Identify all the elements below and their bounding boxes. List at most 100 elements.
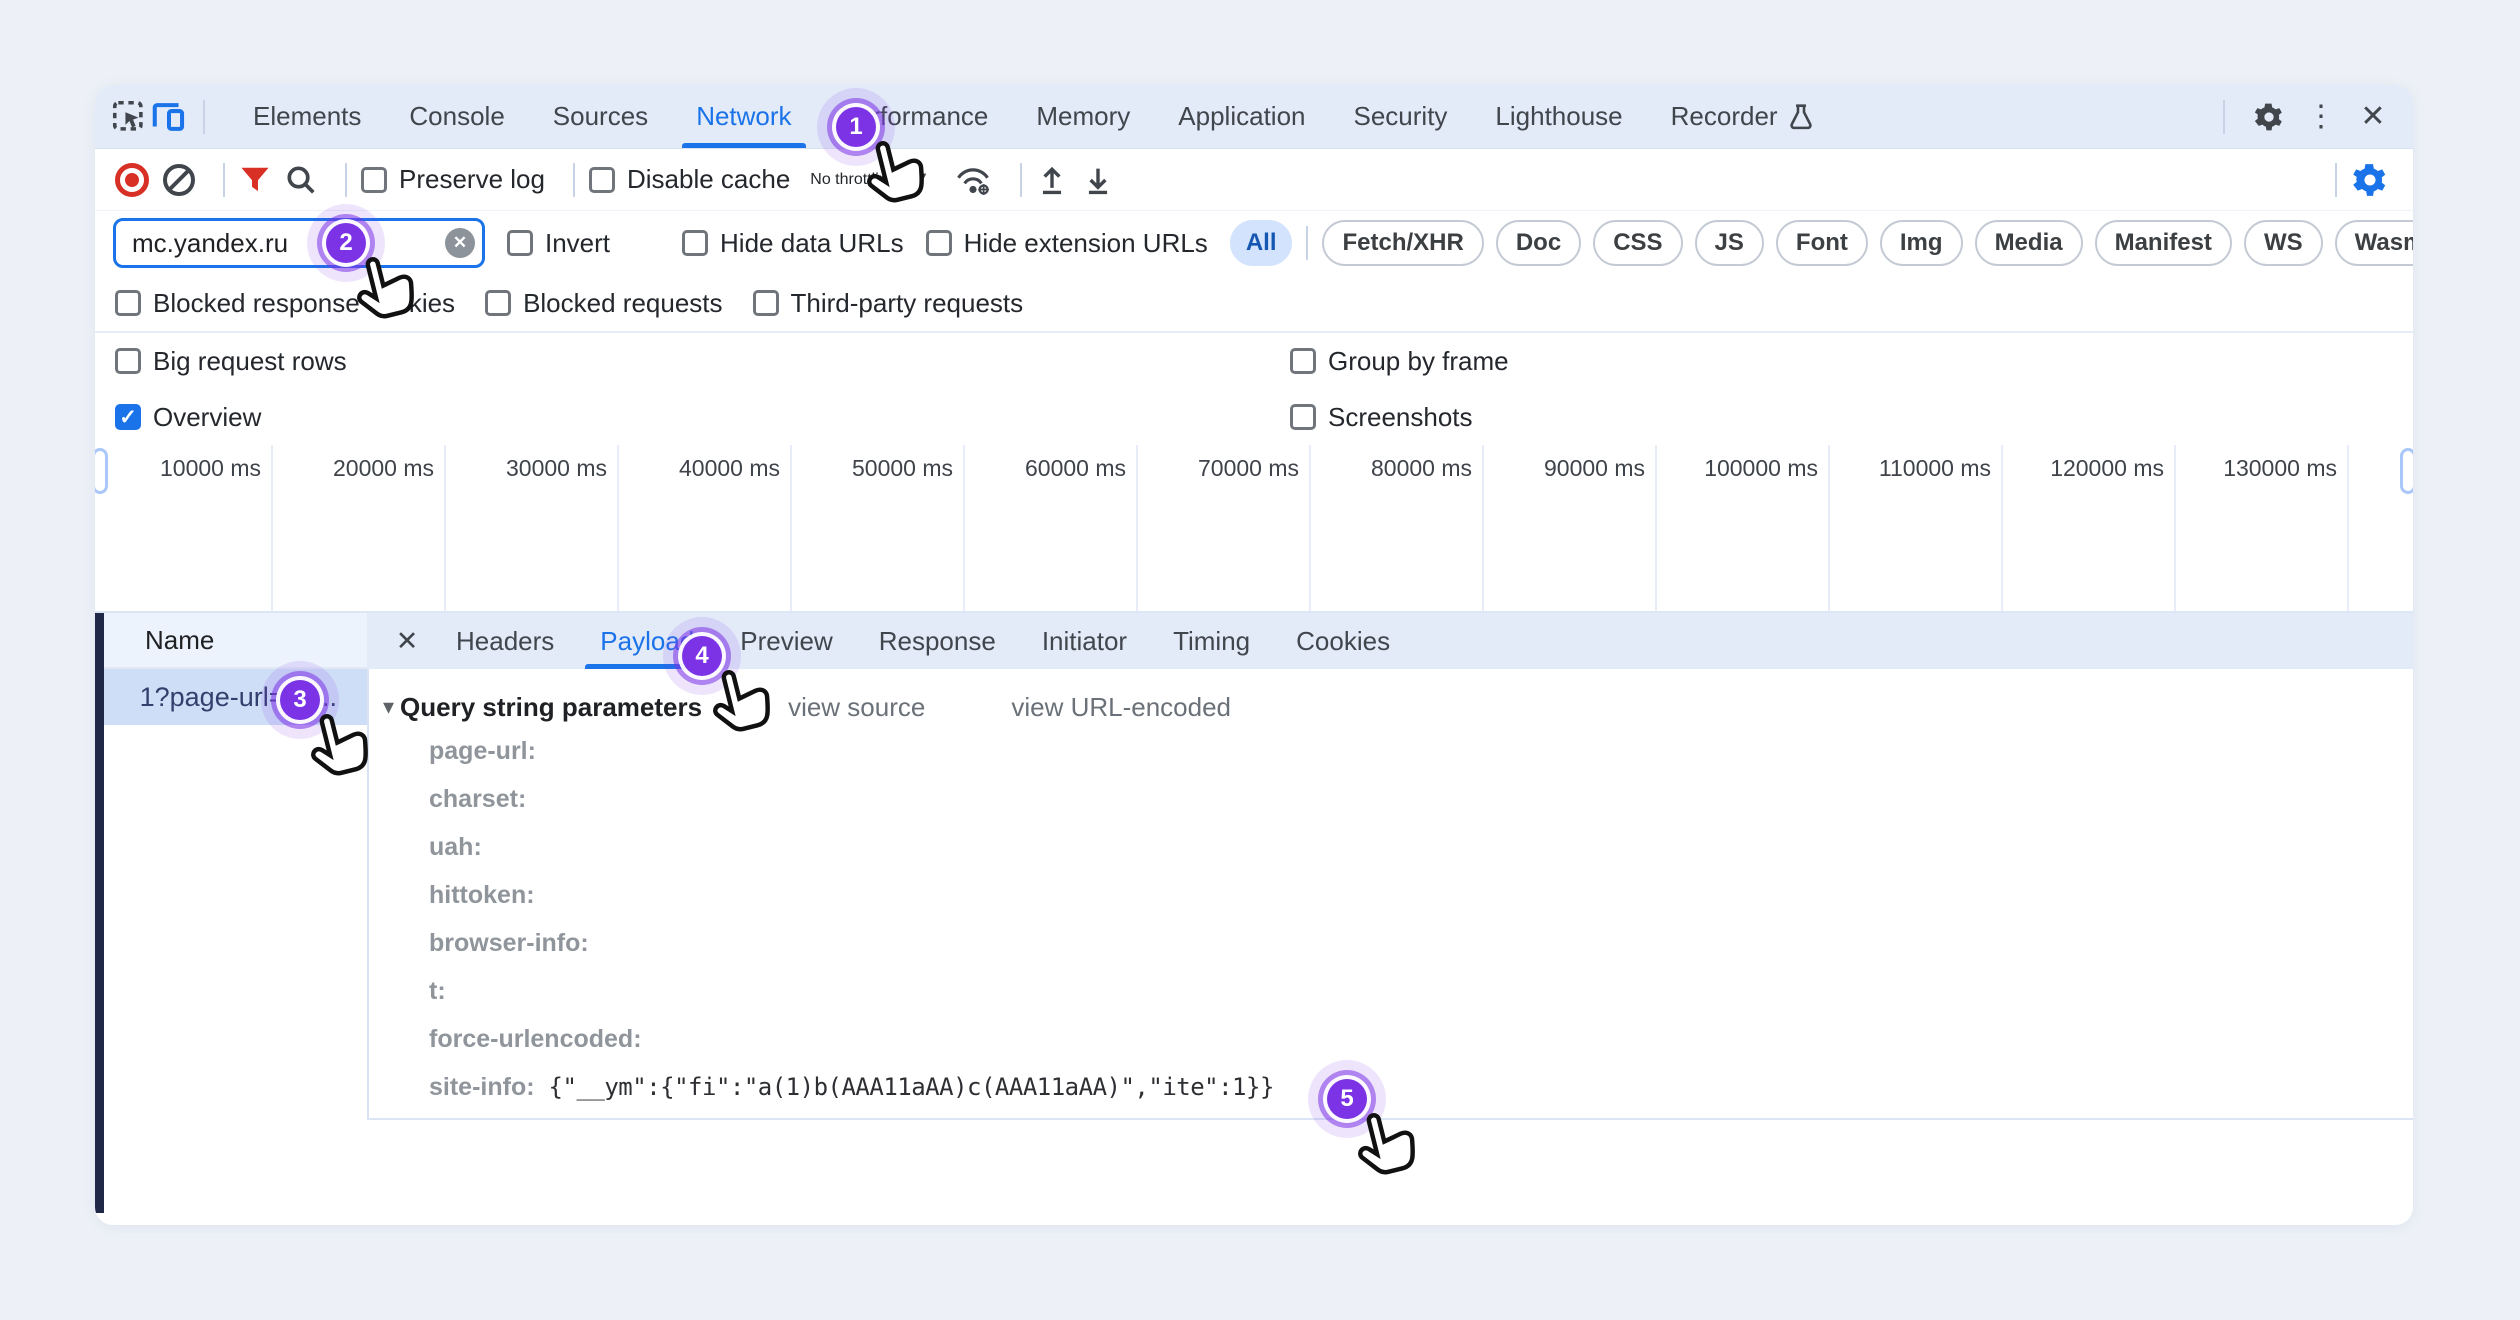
third-party-requests-checkbox[interactable]: Third-party requests: [753, 288, 1024, 319]
screenshot-canvas: { "window": { "tabs": ["Elements", "Cons…: [0, 0, 2520, 1320]
filter-funnel-icon[interactable]: [239, 165, 271, 195]
checkbox-unchecked[interactable]: [115, 348, 141, 374]
options-row-2: Overview Screenshots: [95, 389, 2413, 445]
clear-filter-icon[interactable]: ✕: [445, 228, 475, 258]
timeline-tick: 110000 ms: [1830, 445, 2003, 611]
overview-right-handle[interactable]: [2400, 448, 2413, 494]
checkbox-unchecked[interactable]: [115, 290, 141, 316]
param-key: force-urlencoded:: [429, 1025, 642, 1054]
options-row-1: Big request rows Group by frame: [95, 333, 2413, 389]
import-har-icon[interactable]: [1036, 163, 1068, 197]
hide-data-urls-checkbox[interactable]: Hide data URLs: [682, 228, 904, 259]
invert-checkbox[interactable]: Invert: [507, 228, 610, 259]
big-request-rows-checkbox[interactable]: Big request rows: [115, 346, 347, 377]
type-filter-media[interactable]: Media: [1975, 220, 2083, 266]
tab-console[interactable]: Console: [385, 85, 528, 148]
record-network-log-icon[interactable]: [115, 163, 149, 197]
tab-network[interactable]: Network: [672, 85, 815, 148]
param-key: hittoken:: [429, 881, 535, 910]
type-filter-js[interactable]: JS: [1695, 220, 1764, 266]
view-source-link[interactable]: view source: [788, 692, 925, 723]
search-icon[interactable]: [285, 164, 317, 196]
triangle-down-icon: ▾: [383, 694, 394, 720]
type-filter-all[interactable]: All: [1230, 220, 1293, 266]
filter-input[interactable]: [113, 218, 485, 268]
overview-checkbox[interactable]: Overview: [115, 402, 261, 433]
query-string-title: Query string parameters: [400, 692, 702, 723]
type-filter-img[interactable]: Img: [1880, 220, 1963, 266]
param-key: browser-info:: [429, 929, 589, 958]
view-url-encoded-link[interactable]: view URL-encoded: [1011, 692, 1231, 723]
screenshots-checkbox[interactable]: Screenshots: [1290, 402, 1473, 433]
group-by-frame-checkbox[interactable]: Group by frame: [1290, 346, 1509, 377]
network-overview-timeline[interactable]: 10000 ms 20000 ms 30000 ms 40000 ms 5000…: [95, 445, 2413, 613]
type-filter-ws[interactable]: WS: [2244, 220, 2323, 266]
timeline-tick: 50000 ms: [792, 445, 965, 611]
timeline-tick: 80000 ms: [1311, 445, 1484, 611]
device-toolbar-icon[interactable]: [149, 97, 189, 137]
timeline-tick: 70000 ms: [1138, 445, 1311, 611]
checkbox-unchecked[interactable]: [361, 167, 387, 193]
type-filter-wasm[interactable]: Wasm: [2335, 220, 2413, 266]
inspect-element-icon[interactable]: [109, 97, 149, 137]
type-filter-manifest[interactable]: Manifest: [2095, 220, 2232, 266]
query-string-section-header[interactable]: ▾ Query string parameters view source vi…: [383, 687, 2413, 727]
disable-cache-checkbox[interactable]: Disable cache: [589, 164, 790, 195]
details-tab-timing[interactable]: Timing: [1150, 613, 1273, 669]
tab-recorder[interactable]: Recorder: [1647, 85, 1838, 148]
blocked-requests-checkbox[interactable]: Blocked requests: [485, 288, 722, 319]
checkbox-unchecked[interactable]: [1290, 348, 1316, 374]
network-toolbar: Preserve log Disable cache No throttling…: [95, 149, 2413, 211]
overview-left-handle[interactable]: [95, 448, 108, 494]
checkbox-unchecked[interactable]: [589, 167, 615, 193]
details-tab-headers[interactable]: Headers: [433, 613, 577, 669]
type-filter-doc[interactable]: Doc: [1496, 220, 1581, 266]
export-har-icon[interactable]: [1082, 163, 1114, 197]
request-list-scrollbar[interactable]: [95, 613, 104, 1213]
timeline-tick: 20000 ms: [273, 445, 446, 611]
close-details-icon[interactable]: ✕: [381, 613, 433, 669]
timeline-tick: 30000 ms: [446, 445, 619, 611]
hide-extension-urls-checkbox[interactable]: Hide extension URLs: [926, 228, 1208, 259]
requests-and-details: Name 1?page-url=htt... ✕ Headers Payload…: [95, 613, 2413, 1225]
clear-network-log-icon[interactable]: [163, 164, 195, 196]
timeline-tick: 10000 ms: [95, 445, 273, 611]
more-options-kebab-icon[interactable]: ⋮: [2299, 95, 2343, 139]
tab-memory[interactable]: Memory: [1012, 85, 1154, 148]
tab-sources[interactable]: Sources: [529, 85, 672, 148]
network-settings-gear-icon[interactable]: [2351, 161, 2389, 199]
preserve-log-checkbox[interactable]: Preserve log: [361, 164, 545, 195]
separator: [1020, 163, 1022, 197]
name-column-header[interactable]: Name: [95, 613, 367, 669]
param-value: {"__ym":{"fi":"a(1)b(AAA11aAA)c(AAA11aAA…: [549, 1073, 1274, 1101]
tab-application[interactable]: Application: [1154, 85, 1329, 148]
param-row: t:: [383, 967, 2413, 1015]
tab-lighthouse[interactable]: Lighthouse: [1471, 85, 1646, 148]
details-tab-response[interactable]: Response: [856, 613, 1019, 669]
network-conditions-icon[interactable]: [954, 163, 992, 197]
big-request-rows-label: Big request rows: [153, 346, 347, 377]
tab-elements[interactable]: Elements: [229, 85, 385, 148]
details-tab-cookies[interactable]: Cookies: [1273, 613, 1413, 669]
type-filter-fetch-xhr[interactable]: Fetch/XHR: [1322, 220, 1483, 266]
request-type-filters: All Fetch/XHR Doc CSS JS Font Img Media …: [1230, 220, 2413, 266]
checkbox-unchecked[interactable]: [926, 230, 952, 256]
group-by-frame-label: Group by frame: [1328, 346, 1509, 377]
timeline-tick: 130000 ms: [2176, 445, 2349, 611]
details-tab-initiator[interactable]: Initiator: [1019, 613, 1150, 669]
overview-label: Overview: [153, 402, 261, 433]
checkbox-checked[interactable]: [115, 404, 141, 430]
settings-gear-icon[interactable]: [2247, 95, 2291, 139]
details-tab-preview[interactable]: Preview: [717, 613, 855, 669]
flask-icon: [1788, 103, 1814, 131]
timeline-tick: 60000 ms: [965, 445, 1138, 611]
tab-security[interactable]: Security: [1330, 85, 1472, 148]
type-filter-css[interactable]: CSS: [1593, 220, 1682, 266]
checkbox-unchecked[interactable]: [682, 230, 708, 256]
checkbox-unchecked[interactable]: [753, 290, 779, 316]
checkbox-unchecked[interactable]: [1290, 404, 1316, 430]
close-devtools-icon[interactable]: ✕: [2351, 95, 2395, 139]
checkbox-unchecked[interactable]: [507, 230, 533, 256]
checkbox-unchecked[interactable]: [485, 290, 511, 316]
type-filter-font[interactable]: Font: [1776, 220, 1868, 266]
